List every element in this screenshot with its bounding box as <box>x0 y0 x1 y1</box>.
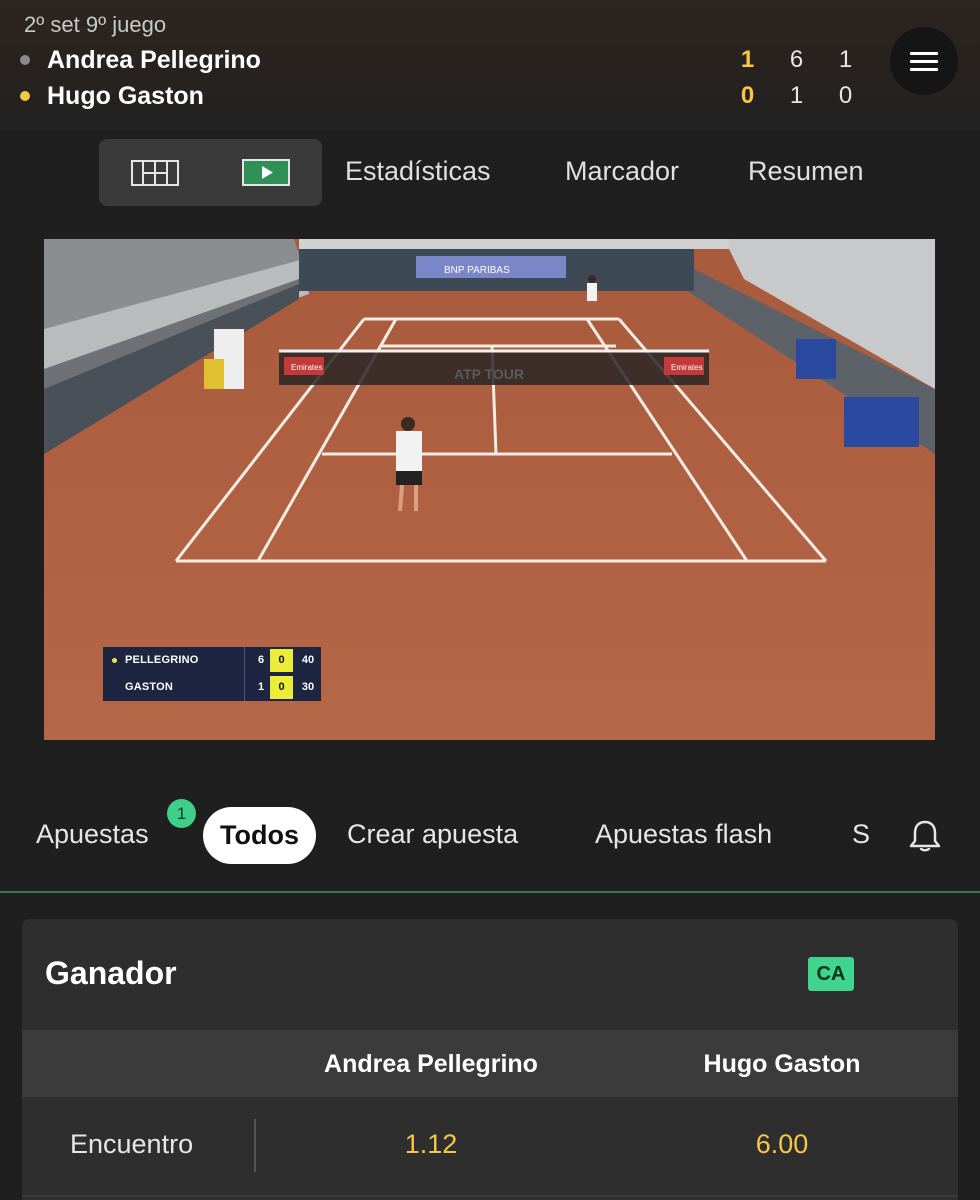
tab-resumen[interactable]: Resumen <box>748 156 864 187</box>
menu-button[interactable] <box>890 27 958 95</box>
overlay-points: 30 <box>301 681 315 693</box>
current-game-score: 1 <box>740 46 755 73</box>
overlay-points: 40 <box>301 654 315 666</box>
set-score: 6 <box>789 46 804 73</box>
overlay-row: PELLEGRINO 6 0 40 <box>103 647 321 674</box>
player-scores: 0 1 0 <box>723 82 870 110</box>
tab-apuestas-flash[interactable]: Apuestas flash <box>595 819 772 850</box>
overlay-row: GASTON 1 0 30 <box>103 674 321 701</box>
live-video-player[interactable]: Emirates Emirates ATP TOUR BNP PARIBAS P… <box>44 239 935 740</box>
tab-todos[interactable]: Todos <box>203 807 316 864</box>
market-column-headers: Andrea Pellegrino Hugo Gaston <box>22 1030 958 1097</box>
live-match-page: 2º set 9º juego Andrea Pellegrino 1 6 1 … <box>0 0 980 1200</box>
play-video-icon[interactable] <box>242 159 290 186</box>
serve-indicator-dot <box>112 658 117 663</box>
overlay-game: 0 <box>270 676 293 699</box>
market-row: Encuentro 1.12 6.00 <box>22 1097 958 1197</box>
view-toggle <box>99 139 322 206</box>
notification-badge: 1 <box>167 799 196 828</box>
overlay-player-name: PELLEGRINO <box>125 654 199 666</box>
net-banner-left: Emirates <box>291 363 323 372</box>
column-header-player-1: Andrea Pellegrino <box>324 1050 538 1078</box>
market-card-ganador: Ganador CA Andrea Pellegrino Hugo Gaston… <box>22 919 958 1200</box>
tab-estadisticas[interactable]: Estadísticas <box>345 156 491 187</box>
set-game-info: 2º set 9º juego <box>24 12 167 37</box>
set-score: 1 <box>838 46 853 73</box>
row-bottom-divider <box>22 1195 958 1197</box>
bet-tabs: Apuestas 1 Todos Crear apuesta Apuestas … <box>0 799 980 880</box>
net-banner-right: Emirates <box>671 363 703 372</box>
cash-out-badge: CA <box>808 957 854 991</box>
bell-icon[interactable] <box>907 818 943 854</box>
overlay-set: 1 <box>257 681 265 693</box>
serve-indicator-dot <box>20 55 30 65</box>
tabs-divider <box>0 891 980 893</box>
serve-indicator-dot <box>20 91 30 101</box>
odds-button-player-2[interactable]: 6.00 <box>608 1129 956 1160</box>
set-score: 0 <box>838 82 853 109</box>
current-game-score: 0 <box>740 82 755 109</box>
overlay-player-name: GASTON <box>125 681 174 693</box>
tab-truncated[interactable]: S <box>852 819 870 850</box>
market-title: Ganador <box>45 955 177 991</box>
sponsor-banner: BNP PARIBAS <box>444 265 510 276</box>
set-score: 1 <box>789 82 804 109</box>
overlay-game: 0 <box>270 649 293 672</box>
player-scores: 1 6 1 <box>723 46 870 74</box>
column-header-player-2: Hugo Gaston <box>703 1050 861 1078</box>
court-grid-icon[interactable] <box>131 160 179 186</box>
match-header: 2º set 9º juego Andrea Pellegrino 1 6 1 … <box>0 0 980 130</box>
player-row-1: Andrea Pellegrino 1 6 1 <box>20 42 870 78</box>
market-row-label: Encuentro <box>70 1129 194 1159</box>
net-label: ATP TOUR <box>454 366 524 382</box>
tab-crear-apuesta[interactable]: Crear apuesta <box>347 819 518 850</box>
overlay-set: 6 <box>257 654 265 666</box>
hamburger-menu-icon <box>910 47 938 76</box>
tab-apuestas[interactable]: Apuestas <box>36 819 149 850</box>
video-scoreboard-overlay: PELLEGRINO 6 0 40 GASTON 1 0 30 <box>103 647 321 701</box>
player-name: Andrea Pellegrino <box>47 45 261 74</box>
odds-button-player-1[interactable]: 1.12 <box>254 1129 608 1160</box>
player-row-2: Hugo Gaston 0 1 0 <box>20 78 870 114</box>
player-name: Hugo Gaston <box>47 81 204 110</box>
tab-marcador[interactable]: Marcador <box>565 156 679 187</box>
